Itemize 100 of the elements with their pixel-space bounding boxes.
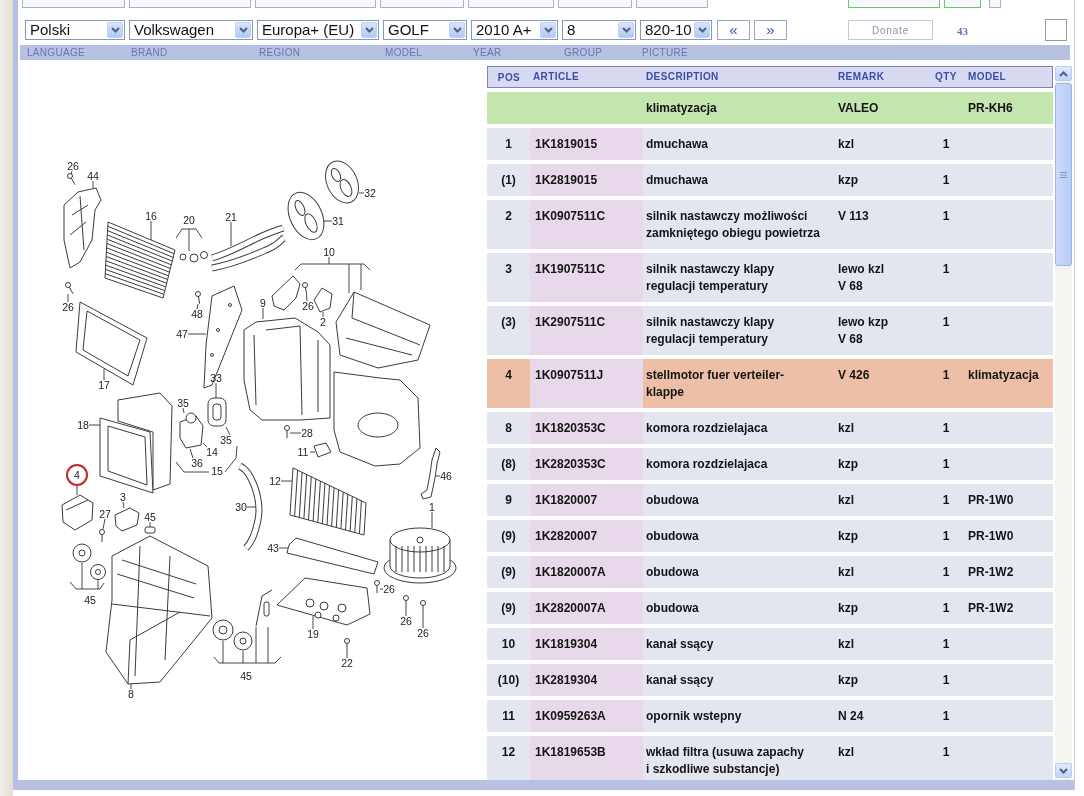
table-row[interactable]: klimatyzacja VALEO PR-KH6 [487,92,1053,124]
callout-number[interactable]: 26 [399,615,413,627]
dropdown-select[interactable]: 8 [562,20,636,40]
callout-number[interactable]: 27 [98,508,112,520]
cut-off-button[interactable] [129,0,251,8]
callout-number[interactable]: 45 [143,511,157,523]
callout-number[interactable]: 4 [66,464,88,486]
table-row[interactable]: 1 1K1819015 dmuchawa kzl 1 [487,128,1053,160]
leader-line [435,475,441,477]
table-cell: stellmotor fuer verteiler- klappe [643,359,835,408]
table-row[interactable]: 4 1K0907511J stellmotor fuer verteiler- klappe V 426 1 klimatyzacja [487,359,1053,408]
callout-number[interactable]: 22 [340,657,354,669]
table-cell: opornik wstepny [643,700,835,732]
callout-number[interactable]: 26 [416,627,430,639]
callout-number[interactable]: 20 [182,214,196,226]
scroll-up-button[interactable] [1055,66,1072,81]
callout-number[interactable]: 21 [224,211,238,223]
cut-off-button[interactable] [558,0,632,8]
fitting-drawing [179,251,208,263]
callout-number[interactable]: 26 [61,301,75,313]
scrollbar-thumb[interactable] [1055,83,1072,266]
callout-number[interactable]: 11 [296,446,310,458]
callout-number[interactable]: 35 [219,434,233,446]
cut-off-button[interactable] [944,0,981,8]
cut-off-button[interactable] [255,0,376,8]
table-row[interactable]: (9) 1K2820007A obudowa kzp 1 PR-1W2 [487,592,1053,624]
callout-number[interactable]: 47 [175,328,189,340]
callout-number[interactable]: 32 [363,187,377,199]
cut-off-button[interactable] [636,0,708,8]
cut-off-button[interactable] [989,0,1001,8]
callout-number[interactable]: 14 [205,446,219,458]
callout-number[interactable]: 33 [209,372,223,384]
table-cell: VALEO [835,92,930,124]
callout-number[interactable]: 31 [331,215,345,227]
gear-drawing [212,619,234,641]
callout-number[interactable]: 45 [239,670,253,682]
table-cell: lewo kzl V 68 [835,253,930,302]
callout-number[interactable]: 10 [322,246,336,258]
table-cell: V 113 [835,200,930,249]
callout-number[interactable]: 44 [86,170,100,182]
dropdown-select[interactable]: Polski [25,20,125,40]
callout-number[interactable]: 16 [144,210,158,222]
callout-number[interactable]: 9 [259,297,267,309]
table-row[interactable]: (9) 1K2820007 obudowa kzp 1 PR-1W0 [487,520,1053,552]
table-row[interactable]: 11 1K0959263A opornik wstepny N 24 1 [487,700,1053,732]
callout-number[interactable]: 36 [190,457,204,469]
callout-number[interactable]: 43 [266,542,280,554]
callout-number[interactable]: 18 [76,419,90,431]
callout-number[interactable]: 30 [234,501,248,513]
callout-number[interactable]: 45 [83,594,97,606]
actuator-drawing [61,494,94,531]
table-cell: 1 [930,700,962,732]
callout-number[interactable]: 8 [127,688,135,700]
vertical-scrollbar[interactable] [1055,66,1072,780]
callout-number[interactable]: 15 [210,465,224,477]
cut-off-button[interactable] [468,0,554,8]
dropdown-select[interactable]: 2010 A+ [471,20,558,40]
blank-field[interactable] [1045,19,1067,41]
callout-number[interactable]: 12 [268,475,282,487]
callout-number[interactable]: 35 [176,397,190,409]
table-row[interactable]: (1) 1K2819015 dmuchawa kzp 1 [487,164,1053,196]
callout-number[interactable]: 2 [319,316,327,328]
callout-number[interactable]: 19 [306,628,320,640]
callout-number[interactable]: 17 [97,379,111,391]
previous-button[interactable]: « [717,20,750,40]
callout-number[interactable]: 48 [190,308,204,320]
scroll-down-button[interactable] [1055,763,1072,778]
dropdown-select[interactable]: GOLF [383,20,467,40]
table-row[interactable]: (3) 1K2907511C silnik nastawczy klapy regulacji temperatury lewo kzp V 68 1 [487,306,1053,355]
table-row[interactable]: 10 1K1819304 kanał ssący kzl 1 [487,628,1053,660]
callout-number[interactable]: 1 [428,501,436,513]
table-cell: kzl [835,412,930,444]
leader-line [278,547,289,549]
table-row[interactable]: 2 1K0907511C silnik nastawczy możliwości zamkniętego obiegu powietrza V 113 1 [487,200,1053,249]
table-row[interactable]: (10) 1K2819304 kanał ssący kzp 1 [487,664,1053,696]
cut-off-button[interactable] [22,0,125,8]
dropdown-select[interactable]: 820-10 [640,20,712,40]
next-button[interactable]: » [754,20,787,40]
callout-number[interactable]: 3 [119,491,127,503]
table-row[interactable]: 8 1K1820353C komora rozdzielajaca kzl 1 [487,412,1053,444]
table-row[interactable]: 3 1K1907511C silnik nastawczy klapy regulacji temperatury lewo kzl V 68 1 [487,253,1053,302]
column-header: POS [487,66,530,88]
callout-number[interactable]: 26 [382,583,396,595]
table-row[interactable]: (9) 1K1820007A obudowa kzl 1 PR-1W2 [487,556,1053,588]
table-row[interactable]: (8) 1K2820353C komora rozdzielajaca kzp 1 [487,448,1053,480]
dropdown-select[interactable]: Europa+ (EU) [257,20,379,40]
chevron-up-icon [1059,70,1068,77]
table-cell: 1K1819653B [530,736,643,780]
table-row[interactable]: 9 1K1820007 obudowa kzl 1 PR-1W0 [487,484,1053,516]
cut-off-button[interactable] [380,0,464,8]
cut-off-button[interactable] [848,0,940,8]
leader-line [92,180,94,189]
callout-number[interactable]: 26 [66,160,80,172]
table-cell: 1K1820353C [530,412,643,444]
callout-number[interactable]: 46 [439,470,453,482]
table-row[interactable]: 12 1K1819653B wkład filtra (usuwa zapachy i szkodliwe substancje) kzl 1 [487,736,1053,780]
table-cell: 1 [930,448,962,480]
callout-number[interactable]: 26 [301,300,315,312]
dropdown-select[interactable]: Volkswagen [129,20,253,40]
callout-number[interactable]: 28 [300,427,314,439]
